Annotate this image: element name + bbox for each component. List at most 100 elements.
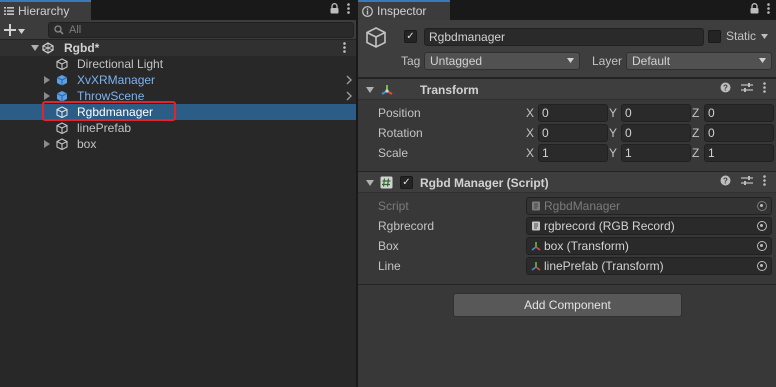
position-z-field[interactable]: 0 — [704, 104, 774, 122]
add-component-button[interactable]: Add Component — [453, 293, 682, 317]
position-x-field[interactable]: 0 — [538, 104, 608, 122]
chevron-right-icon[interactable] — [346, 75, 352, 85]
gameobject-cube-icon — [56, 138, 68, 150]
kebab-menu-icon[interactable] — [347, 3, 350, 17]
hierarchy-tree: Rgbd* Directional Light XvXRManager Thro… — [0, 40, 356, 151]
hierarchy-toolbar: All — [0, 20, 356, 40]
hierarchy-item-label: linePrefab — [77, 121, 132, 135]
axis-y-label: Y — [609, 106, 618, 120]
line-field[interactable]: linePrefab (Transform) — [526, 257, 772, 275]
axis-x-label: X — [526, 106, 535, 120]
axis-z-label: Z — [692, 106, 700, 120]
fold-closed-icon[interactable] — [44, 92, 50, 100]
fold-open-icon[interactable] — [31, 45, 39, 51]
caret-down-icon — [759, 58, 766, 63]
layer-label: Layer — [592, 54, 623, 68]
kebab-menu-icon[interactable] — [767, 3, 770, 17]
selection-highlight-annotation — [42, 101, 176, 121]
search-placeholder: All — [69, 24, 82, 36]
script-hash-icon — [380, 176, 393, 189]
hierarchy-item-directional-light[interactable]: Directional Light — [0, 56, 356, 72]
create-button[interactable] — [2, 21, 30, 39]
script-row: Script RgbdManager — [358, 196, 776, 216]
plus-icon — [4, 24, 16, 36]
tab-inspector-label: Inspector — [377, 4, 427, 18]
gameobject-cube-icon — [56, 58, 68, 70]
kebab-menu-icon[interactable] — [763, 175, 766, 186]
hierarchy-item-xvxrmanager[interactable]: XvXRManager — [0, 72, 356, 88]
scale-y-field[interactable]: 1 — [621, 144, 691, 162]
fold-open-icon[interactable] — [366, 87, 374, 93]
position-y: Y0 — [609, 104, 691, 122]
help-icon[interactable]: ? — [720, 82, 731, 93]
fold-open-icon[interactable] — [366, 180, 374, 186]
hierarchy-item-box[interactable]: box — [0, 136, 356, 152]
object-picker-icon[interactable] — [757, 221, 767, 231]
gameobject-header: ✓ Rgbdmanager Static Tag Untagged Layer … — [358, 20, 776, 78]
scale-z-field[interactable]: 1 — [704, 144, 774, 162]
rotation-x: X0 — [526, 124, 608, 142]
layer-dropdown[interactable]: Default — [626, 52, 772, 70]
layer-value: Default — [632, 54, 671, 68]
inspector-tabbar: Inspector — [358, 0, 776, 20]
rotation-label: Rotation — [378, 126, 423, 140]
static-checkbox[interactable] — [708, 29, 721, 43]
box-label: Box — [378, 239, 399, 253]
object-picker-icon[interactable] — [757, 261, 767, 271]
tab-hierarchy[interactable]: Hierarchy — [0, 0, 91, 20]
caret-down-icon — [567, 58, 574, 63]
tab-inspector[interactable]: Inspector — [358, 0, 450, 20]
caret-down-icon[interactable] — [761, 33, 769, 39]
rotation-y-field[interactable]: 0 — [621, 124, 691, 142]
fold-closed-icon[interactable] — [44, 140, 50, 148]
tag-value: Untagged — [430, 54, 483, 68]
script-component-header[interactable]: ✓ Rgbd Manager (Script) ? — [358, 171, 776, 193]
chevron-right-icon[interactable] — [346, 91, 352, 101]
axis-z-label: Z — [692, 126, 700, 140]
position-y-field[interactable]: 0 — [621, 104, 691, 122]
scene-row[interactable]: Rgbd* — [0, 40, 356, 56]
help-icon[interactable]: ? — [720, 175, 731, 186]
script-enabled-checkbox[interactable]: ✓ — [400, 176, 413, 189]
rgbrecord-field[interactable]: rgbrecord (RGB Record) — [526, 217, 772, 235]
rotation-x-field[interactable]: 0 — [538, 124, 608, 142]
inspector-panel: Inspector ✓ Rgbdmanager Static Tag Untag… — [358, 0, 776, 387]
scale-x-field[interactable]: 1 — [538, 144, 608, 162]
line-value: linePrefab (Transform) — [544, 259, 664, 273]
scale-label: Scale — [378, 146, 409, 160]
script-component-title: Rgbd Manager (Script) — [420, 176, 549, 190]
box-field[interactable]: box (Transform) — [526, 237, 772, 255]
unity-scene-icon — [42, 42, 54, 54]
rotation-z-field[interactable]: 0 — [704, 124, 774, 142]
tab-hierarchy-label: Hierarchy — [18, 4, 70, 18]
object-name-field[interactable]: Rgbdmanager — [424, 28, 704, 46]
object-picker-icon — [757, 201, 767, 211]
scale-row: Scale X1 Y1 Z1 — [358, 143, 776, 163]
lock-icon[interactable] — [330, 3, 339, 17]
info-icon — [362, 5, 373, 17]
scale-y: Y1 — [609, 144, 691, 162]
active-checkbox[interactable]: ✓ — [404, 30, 417, 43]
kebab-menu-icon[interactable] — [763, 82, 766, 93]
static-toggle[interactable]: Static — [708, 29, 769, 43]
tag-dropdown[interactable]: Untagged — [424, 52, 580, 70]
axis-x-label: X — [526, 146, 535, 160]
script-file-icon — [532, 221, 540, 231]
object-picker-icon[interactable] — [757, 241, 767, 251]
line-label: Line — [378, 259, 401, 273]
box-value: box (Transform) — [544, 239, 629, 253]
hierarchy-item-label: Directional Light — [77, 57, 164, 71]
transform-component-header[interactable]: Transform ? — [358, 78, 776, 100]
axis-x-label: X — [526, 126, 535, 140]
presets-sliders-icon[interactable] — [741, 82, 753, 93]
hierarchy-item-lineprefab[interactable]: linePrefab — [0, 120, 356, 136]
fold-closed-icon[interactable] — [44, 76, 50, 84]
scale-x: X1 — [526, 144, 608, 162]
lock-icon[interactable] — [750, 3, 759, 17]
hierarchy-search[interactable]: All — [48, 22, 354, 38]
scene-kebab-icon[interactable] — [343, 42, 346, 53]
presets-sliders-icon[interactable] — [741, 175, 753, 186]
scene-name: Rgbd* — [64, 41, 100, 55]
hierarchy-tab-icons — [330, 3, 350, 17]
axis-y-label: Y — [609, 126, 618, 140]
